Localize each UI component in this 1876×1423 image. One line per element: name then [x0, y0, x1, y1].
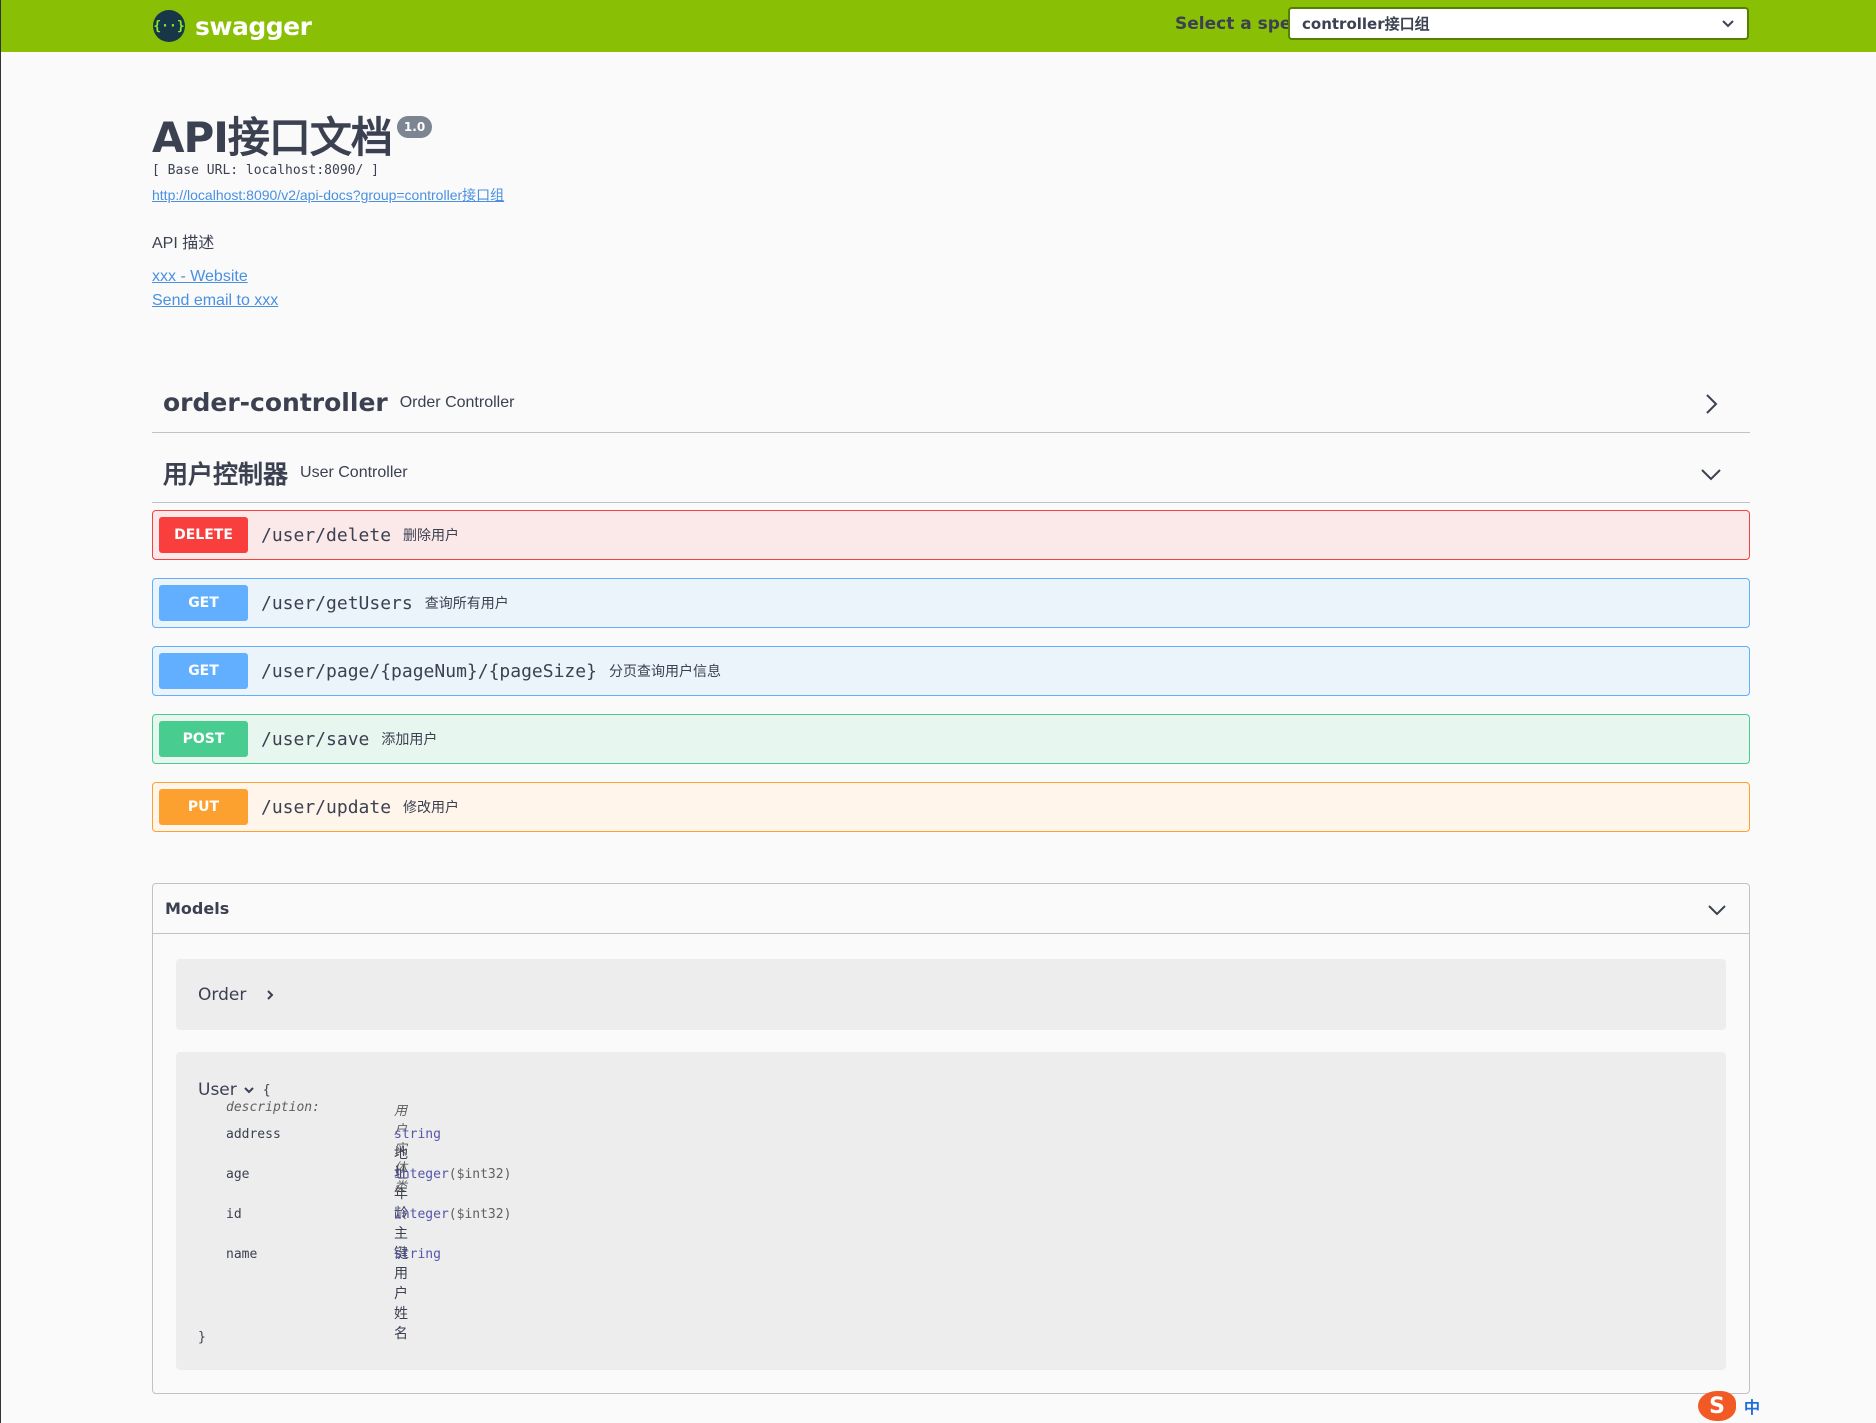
property-type: integer($int32) — [394, 1207, 512, 1222]
operation-post-save[interactable]: POST /user/save 添加用户 — [152, 714, 1750, 764]
models-label: Models — [165, 899, 230, 918]
property-type: string — [394, 1127, 441, 1142]
tag-user-controller[interactable]: 用户控制器 User Controller — [152, 443, 1750, 503]
operation-summary: 删除用户 — [403, 527, 460, 543]
operation-get-users[interactable]: GET /user/getUsers 查询所有用户 — [152, 578, 1750, 628]
operation-put-update[interactable]: PUT /user/update 修改用户 — [152, 782, 1750, 832]
method-badge: POST — [159, 721, 248, 757]
api-docs-link[interactable]: http://localhost:8090/v2/api-docs?group=… — [152, 185, 504, 205]
sogou-ime-icon: S — [1698, 1391, 1736, 1421]
topbar: {··} swagger Select a spec controller接口组 — [1, 0, 1876, 52]
operation-path: /user/page/{pageNum}/{pageSize} — [261, 660, 597, 682]
swagger-logo-text: swagger — [195, 11, 312, 41]
version-badge: 1.0 — [396, 116, 433, 138]
method-badge: GET — [159, 585, 248, 621]
chevron-right-icon — [1706, 394, 1718, 414]
tag-name: 用户控制器 — [163, 459, 289, 489]
api-title-block: API接口文档 1.0 — [152, 112, 433, 164]
api-description: API 描述 — [152, 235, 215, 252]
model-name: User — [198, 1080, 237, 1100]
operation-path: /user/getUsers — [261, 592, 413, 614]
open-brace: { — [262, 1082, 271, 1098]
method-badge: PUT — [159, 789, 248, 825]
page-title: API接口文档 — [152, 113, 393, 162]
select-spec-label: Select a spec — [1175, 14, 1302, 34]
chevron-down-icon — [1701, 469, 1721, 481]
operation-delete-user[interactable]: DELETE /user/delete 删除用户 — [152, 510, 1750, 560]
method-badge: GET — [159, 653, 248, 689]
model-user-header[interactable]: User { — [198, 1080, 1704, 1100]
spec-select[interactable]: controller接口组 — [1288, 7, 1749, 40]
tag-order-controller[interactable]: order-controller Order Controller — [152, 373, 1750, 433]
base-url: [ Base URL: localhost:8090/ ] — [152, 163, 379, 178]
close-brace: } — [198, 1330, 206, 1345]
tag-description: User Controller — [300, 463, 408, 481]
operation-get-page[interactable]: GET /user/page/{pageNum}/{pageSize} 分页查询… — [152, 646, 1750, 696]
operation-path: /user/delete — [261, 524, 392, 546]
spec-select-value: controller接口组 — [1302, 15, 1430, 33]
property-name: address — [226, 1127, 281, 1142]
operation-summary: 分页查询用户信息 — [608, 663, 721, 679]
property-name: age — [226, 1167, 250, 1182]
operation-summary: 修改用户 — [403, 799, 460, 815]
chevron-down-icon — [1708, 905, 1726, 916]
swagger-logo[interactable]: {··} swagger — [153, 9, 312, 43]
model-order[interactable]: Order — [176, 959, 1726, 1030]
operation-summary: 查询所有用户 — [424, 595, 509, 611]
chevron-down-icon — [1722, 19, 1734, 27]
property-name: name — [226, 1247, 258, 1262]
website-link[interactable]: xxx - Website — [152, 268, 248, 286]
email-link[interactable]: Send email to xxx — [152, 292, 278, 310]
swagger-logo-icon: {··} — [153, 10, 185, 42]
chevron-down-icon — [244, 1087, 254, 1094]
models-header[interactable]: Models — [153, 884, 1749, 934]
property-type: string — [394, 1247, 441, 1262]
operation-path: /user/save — [261, 728, 370, 750]
property-type: integer($int32) — [394, 1167, 512, 1182]
property-description: 用户姓名 — [394, 1265, 408, 1341]
operation-path: /user/update — [261, 796, 392, 818]
description-key: description: — [226, 1100, 320, 1115]
operation-summary: 添加用户 — [381, 731, 438, 747]
method-badge: DELETE — [159, 517, 248, 553]
ime-language-indicator: 中 — [1744, 1400, 1761, 1417]
ime-toolbar[interactable]: S 中 — [1698, 1391, 1760, 1421]
property-name: id — [226, 1207, 242, 1222]
tag-description: Order Controller — [399, 393, 515, 411]
model-name: Order — [198, 984, 247, 1005]
tag-name: order-controller — [163, 388, 388, 417]
model-user: User { description: 用户实体类 address string… — [176, 1052, 1726, 1370]
chevron-right-icon — [267, 989, 274, 1000]
models-section: Models Order User { description: 用户实体类 a… — [152, 883, 1750, 1394]
